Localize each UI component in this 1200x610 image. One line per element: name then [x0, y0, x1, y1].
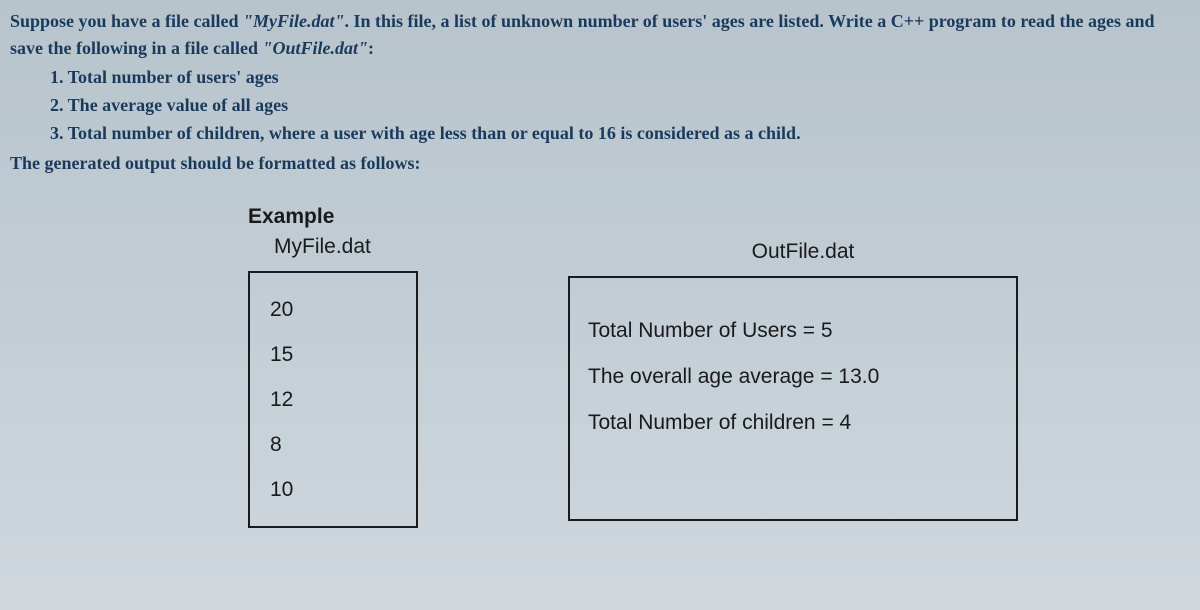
- output-line: Total Number of Users = 5: [588, 308, 998, 354]
- output-line: Total Number of children = 4: [588, 400, 998, 446]
- output-line: The overall age average = 13.0: [588, 354, 998, 400]
- list-item: 3. Total number of children, where a use…: [50, 120, 1190, 148]
- example-section: Example MyFile.dat 20 15 12 8 10 OutFile…: [248, 205, 1190, 529]
- output-filename-ref: "OutFile.dat": [262, 38, 368, 58]
- input-file-label: MyFile.dat: [274, 235, 548, 259]
- input-value: 10: [270, 467, 400, 512]
- example-heading: Example: [248, 205, 548, 229]
- input-filename-ref: "MyFile.dat": [243, 11, 344, 31]
- output-file-label: OutFile.dat: [568, 240, 1038, 264]
- input-column: Example MyFile.dat 20 15 12 8 10: [248, 205, 548, 529]
- input-value: 12: [270, 377, 400, 422]
- input-value: 15: [270, 332, 400, 377]
- intro-paragraph: Suppose you have a file called "MyFile.d…: [10, 8, 1190, 62]
- intro-text-1: Suppose you have a file called: [10, 11, 243, 31]
- list-item: 2. The average value of all ages: [50, 92, 1190, 120]
- input-value: 8: [270, 422, 400, 467]
- intro-text-3: :: [368, 38, 374, 58]
- document-body: Suppose you have a file called "MyFile.d…: [0, 0, 1200, 536]
- requirements-list: 1. Total number of users' ages 2. The av…: [10, 64, 1190, 148]
- list-item: 1. Total number of users' ages: [50, 64, 1190, 92]
- output-column: OutFile.dat Total Number of Users = 5 Th…: [568, 205, 1038, 521]
- output-file-box: Total Number of Users = 5 The overall ag…: [568, 276, 1018, 521]
- format-note: The generated output should be formatted…: [10, 150, 1190, 177]
- input-value: 20: [270, 287, 400, 332]
- input-file-box: 20 15 12 8 10: [248, 271, 418, 529]
